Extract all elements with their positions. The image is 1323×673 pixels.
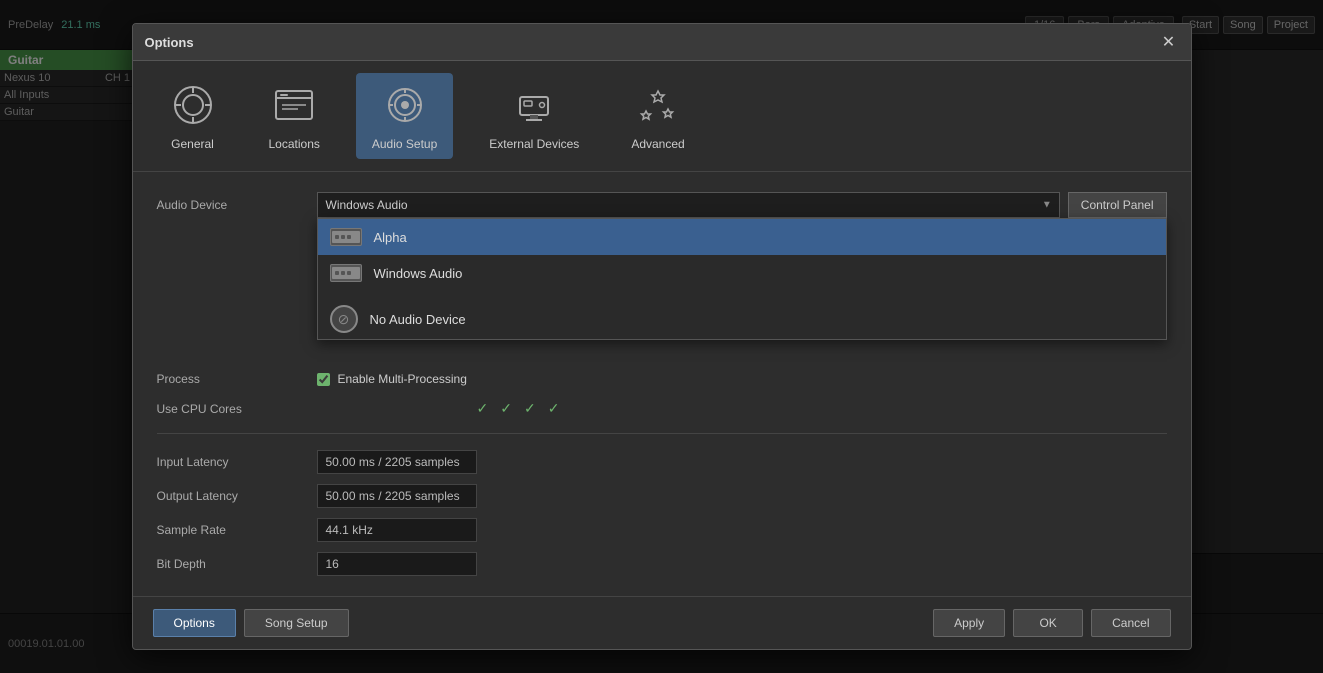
footer-right: Apply OK Cancel [933,609,1170,637]
sample-rate-value: 44.1 kHz [317,518,477,542]
audio-setup-tab-label: Audio Setup [372,137,437,151]
footer-left: Options Song Setup [153,609,349,637]
cpu-cores-label: Use CPU Cores [157,402,317,416]
dialog-titlebar: Options ✕ [133,24,1191,61]
general-icon [169,81,217,129]
tab-locations[interactable]: Locations [253,73,336,159]
advanced-tab-label: Advanced [631,137,684,151]
bit-depth-label: Bit Depth [157,552,317,576]
cpu-check-1[interactable]: ✓ [477,400,489,417]
dropdown-item-windows-audio[interactable]: Windows Audio [318,255,1166,291]
windows-audio-device-icon [330,264,362,282]
audio-setup-icon [381,81,429,129]
options-footer-button[interactable]: Options [153,609,236,637]
dialog-footer: Options Song Setup Apply OK Cancel [133,596,1191,649]
apply-button[interactable]: Apply [933,609,1005,637]
cpu-check-4[interactable]: ✓ [548,400,560,417]
output-latency-label: Output Latency [157,484,317,508]
dropdown-item-no-audio[interactable]: ⊘ No Audio Device [318,299,1166,339]
locations-icon [270,81,318,129]
input-latency-label: Input Latency [157,450,317,474]
output-latency-value: 50.00 ms / 2205 samples [317,484,477,508]
locations-tab-label: Locations [269,137,320,151]
audio-device-value: Windows Audio [326,198,408,212]
section-divider [157,433,1167,434]
latency-grid: Input Latency 50.00 ms / 2205 samples Ou… [157,450,1167,576]
audio-device-dropdown[interactable]: Alpha Windows Audio [317,218,1167,340]
dialog-title: Options [145,35,194,50]
dropdown-item-alpha[interactable]: Alpha [318,219,1166,255]
tab-audio-setup[interactable]: Audio Setup [356,73,453,159]
alpha-device-name: Alpha [374,230,407,245]
control-panel-button[interactable]: Control Panel [1068,192,1167,218]
alpha-device-icon [330,228,362,246]
tab-external-devices[interactable]: External Devices [473,73,595,159]
audio-device-label: Audio Device [157,198,317,212]
no-audio-device-icon: ⊘ [330,305,358,333]
multi-processing-checkbox[interactable] [317,373,330,386]
external-devices-icon [510,81,558,129]
external-devices-tab-label: External Devices [489,137,579,151]
cpu-check-2[interactable]: ✓ [500,400,512,417]
cpu-cores-checks: ✓ ✓ ✓ ✓ [477,400,560,417]
sample-rate-label: Sample Rate [157,518,317,542]
advanced-icon [634,81,682,129]
tab-general[interactable]: General [153,73,233,159]
audio-device-select[interactable]: Windows Audio [317,192,1060,218]
dialog-content: Audio Device Windows Audio ▼ Control Pan… [133,172,1191,596]
cpu-check-3[interactable]: ✓ [524,400,536,417]
cancel-button[interactable]: Cancel [1091,609,1170,637]
tab-advanced[interactable]: Advanced [615,73,700,159]
no-audio-device-name: No Audio Device [370,312,466,327]
song-setup-button[interactable]: Song Setup [244,609,349,637]
modal-overlay: Options ✕ General [0,0,1323,673]
multi-processing-row: Process Enable Multi-Processing [157,372,1167,386]
input-latency-value: 50.00 ms / 2205 samples [317,450,477,474]
process-label: Process [157,372,317,386]
general-tab-label: General [171,137,214,151]
bit-depth-value: 16 [317,552,477,576]
close-button[interactable]: ✕ [1159,32,1179,52]
dialog-tabs: General Locations [133,61,1191,172]
dropdown-separator [318,291,1166,299]
audio-device-row: Audio Device Windows Audio ▼ Control Pan… [157,192,1167,218]
ok-button[interactable]: OK [1013,609,1083,637]
options-dialog: Options ✕ General [132,23,1192,650]
windows-audio-device-name: Windows Audio [374,266,463,281]
audio-device-select-wrapper: Windows Audio ▼ [317,192,1060,218]
cpu-cores-row: Use CPU Cores ✓ ✓ ✓ ✓ [157,400,1167,417]
multi-processing-label: Enable Multi-Processing [338,372,467,386]
